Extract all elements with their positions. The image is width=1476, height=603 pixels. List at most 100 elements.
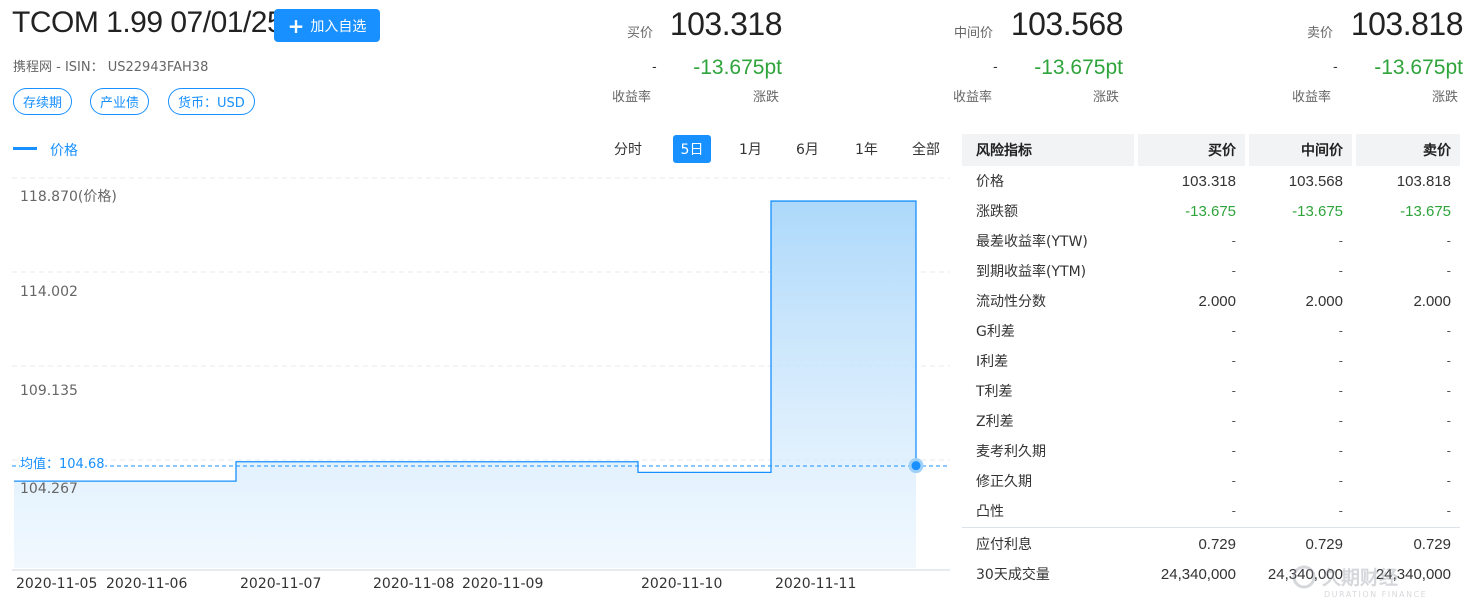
price-chart[interactable] — [0, 170, 960, 580]
risk-table: 风险指标 买价 中间价 卖价 价格 103.318 103.568 103.818 涨跌… — [962, 134, 1460, 589]
table-row: 价格 103.318 103.568 103.818 — [962, 166, 1460, 196]
x-tick-5: 2020-11-10 — [641, 576, 723, 592]
bid-value: - — [1231, 444, 1236, 458]
bid-value: - — [1231, 414, 1236, 428]
risk-table-body: 价格 103.318 103.568 103.818 涨跌额 -13.675 -13.675… — [962, 166, 1460, 526]
row-label: 30天成交量 — [976, 567, 1050, 583]
table-row: T利差 - - - — [962, 376, 1460, 406]
add-to-watchlist-button[interactable]: + 加入自选 — [274, 9, 380, 42]
mid-value: - — [1338, 384, 1343, 398]
row-label: T利差 — [976, 384, 1013, 400]
row-label: Z利差 — [976, 414, 1014, 430]
quote-ask-price: 103.818 — [1350, 6, 1464, 42]
period-1y[interactable]: 1年 — [855, 135, 878, 163]
issuer-isin: 携程网 - ISIN： US22943FAH38 — [13, 60, 209, 75]
row-label: 流动性分数 — [976, 294, 1046, 310]
table-row: 到期收益率(YTM) - - - — [962, 256, 1460, 286]
period-1m[interactable]: 1月 — [739, 135, 762, 163]
bid-value: - — [1231, 324, 1236, 338]
quote-mid-change-label: 涨跌 — [1093, 90, 1120, 105]
tag-industry[interactable]: 产业债 — [90, 88, 150, 115]
y-tick-3: 104.267 — [20, 481, 78, 497]
quote-mid-label: 中间价 — [954, 26, 994, 41]
quote-ask-yield-label: 收益率 — [1292, 90, 1332, 105]
svg-text:久期财经: 久期财经 — [1322, 566, 1398, 589]
period-intraday[interactable]: 分时 — [614, 135, 642, 163]
x-tick-3: 2020-11-08 — [373, 576, 455, 592]
mid-value: - — [1338, 504, 1343, 518]
bid-value: -13.675 — [1185, 202, 1236, 220]
row-label: 最差收益率(YTW) — [976, 234, 1088, 250]
table-row: 流动性分数 2.000 2.000 2.000 — [962, 286, 1460, 316]
ask-value: - — [1446, 504, 1451, 518]
x-tick-1: 2020-11-06 — [106, 576, 188, 592]
tag-status[interactable]: 存续期 — [13, 88, 73, 115]
bid-value: 103.318 — [1181, 172, 1236, 190]
period-all[interactable]: 全部 — [912, 135, 940, 163]
mid-value: - — [1338, 324, 1343, 338]
ask-value: 103.818 — [1396, 172, 1451, 190]
bid-value: - — [1231, 354, 1236, 368]
bid-value: - — [1231, 474, 1236, 488]
legend-label[interactable]: 价格 — [50, 140, 78, 160]
svg-text:DURATION FINANCE: DURATION FINANCE — [1324, 590, 1427, 599]
bid-value: 24,340,000 — [1160, 565, 1236, 583]
quote-mid-yield: - — [993, 60, 998, 75]
tag-currency[interactable]: 货币：USD — [168, 88, 255, 115]
mid-value: 2.000 — [1305, 292, 1343, 310]
mid-value: -13.675 — [1292, 202, 1343, 220]
x-tick-4: 2020-11-09 — [462, 576, 544, 592]
bid-value: - — [1231, 384, 1236, 398]
table-row: 应付利息 0.729 0.729 0.729 — [962, 529, 1460, 559]
ask-value: - — [1446, 474, 1451, 488]
quote-bid-change: -13.675pt — [693, 56, 782, 79]
table-row: I利差 - - - — [962, 346, 1460, 376]
bid-value: - — [1231, 504, 1236, 518]
header-metric: 风险指标 — [962, 134, 1134, 166]
plus-icon: + — [287, 13, 305, 38]
ask-value: - — [1446, 354, 1451, 368]
bid-value: - — [1231, 264, 1236, 278]
x-tick-6: 2020-11-11 — [775, 576, 857, 592]
header-ask[interactable]: 卖价 — [1356, 134, 1460, 166]
header-bid[interactable]: 买价 — [1138, 134, 1245, 166]
table-row: 最差收益率(YTW) - - - — [962, 226, 1460, 256]
duration-finance-watermark: 久期财经 DURATION FINANCE — [1292, 565, 1427, 599]
ask-value: - — [1446, 264, 1451, 278]
mid-value: - — [1338, 354, 1343, 368]
mid-value: - — [1338, 234, 1343, 248]
mid-value: 103.568 — [1288, 172, 1343, 190]
average-label: 均值：104.68 — [20, 453, 105, 472]
last-price-marker[interactable] — [908, 458, 924, 474]
ask-value: - — [1446, 384, 1451, 398]
quote-mid-price: 103.568 — [1010, 6, 1124, 42]
header-mid[interactable]: 中间价 — [1249, 134, 1352, 166]
bond-title: TCOM 1.99 07/01/25 — [12, 6, 284, 39]
row-label: 凸性 — [976, 504, 1004, 520]
row-label: 麦考利久期 — [976, 444, 1046, 460]
period-5d[interactable]: 5日 — [673, 135, 711, 163]
quote-ask-change: -13.675pt — [1374, 56, 1463, 79]
mid-value: - — [1338, 474, 1343, 488]
ask-value: 0.729 — [1413, 535, 1451, 553]
quote-bid-change-label: 涨跌 — [753, 90, 780, 105]
quote-ask-yield: - — [1333, 60, 1338, 75]
ask-value: 2.000 — [1413, 292, 1451, 310]
ask-value: - — [1446, 324, 1451, 338]
row-label: 涨跌额 — [976, 204, 1018, 220]
quote-ask-label: 卖价 — [1307, 26, 1334, 41]
bid-value: - — [1231, 234, 1236, 248]
mid-value: - — [1338, 264, 1343, 278]
quote-ask-change-label: 涨跌 — [1432, 90, 1459, 105]
row-label: I利差 — [976, 354, 1009, 370]
table-row: G利差 - - - — [962, 316, 1460, 346]
ask-value: - — [1446, 414, 1451, 428]
y-tick-2: 109.135 — [20, 383, 78, 399]
table-row: 涨跌额 -13.675 -13.675 -13.675 — [962, 196, 1460, 226]
period-6m[interactable]: 6月 — [796, 135, 819, 163]
ask-value: - — [1446, 444, 1451, 458]
row-label: 到期收益率(YTM) — [976, 264, 1087, 280]
add-to-watchlist-label: 加入自选 — [310, 18, 367, 35]
quote-mid-change: -13.675pt — [1034, 56, 1123, 79]
quote-bid-yield: - — [652, 60, 657, 75]
